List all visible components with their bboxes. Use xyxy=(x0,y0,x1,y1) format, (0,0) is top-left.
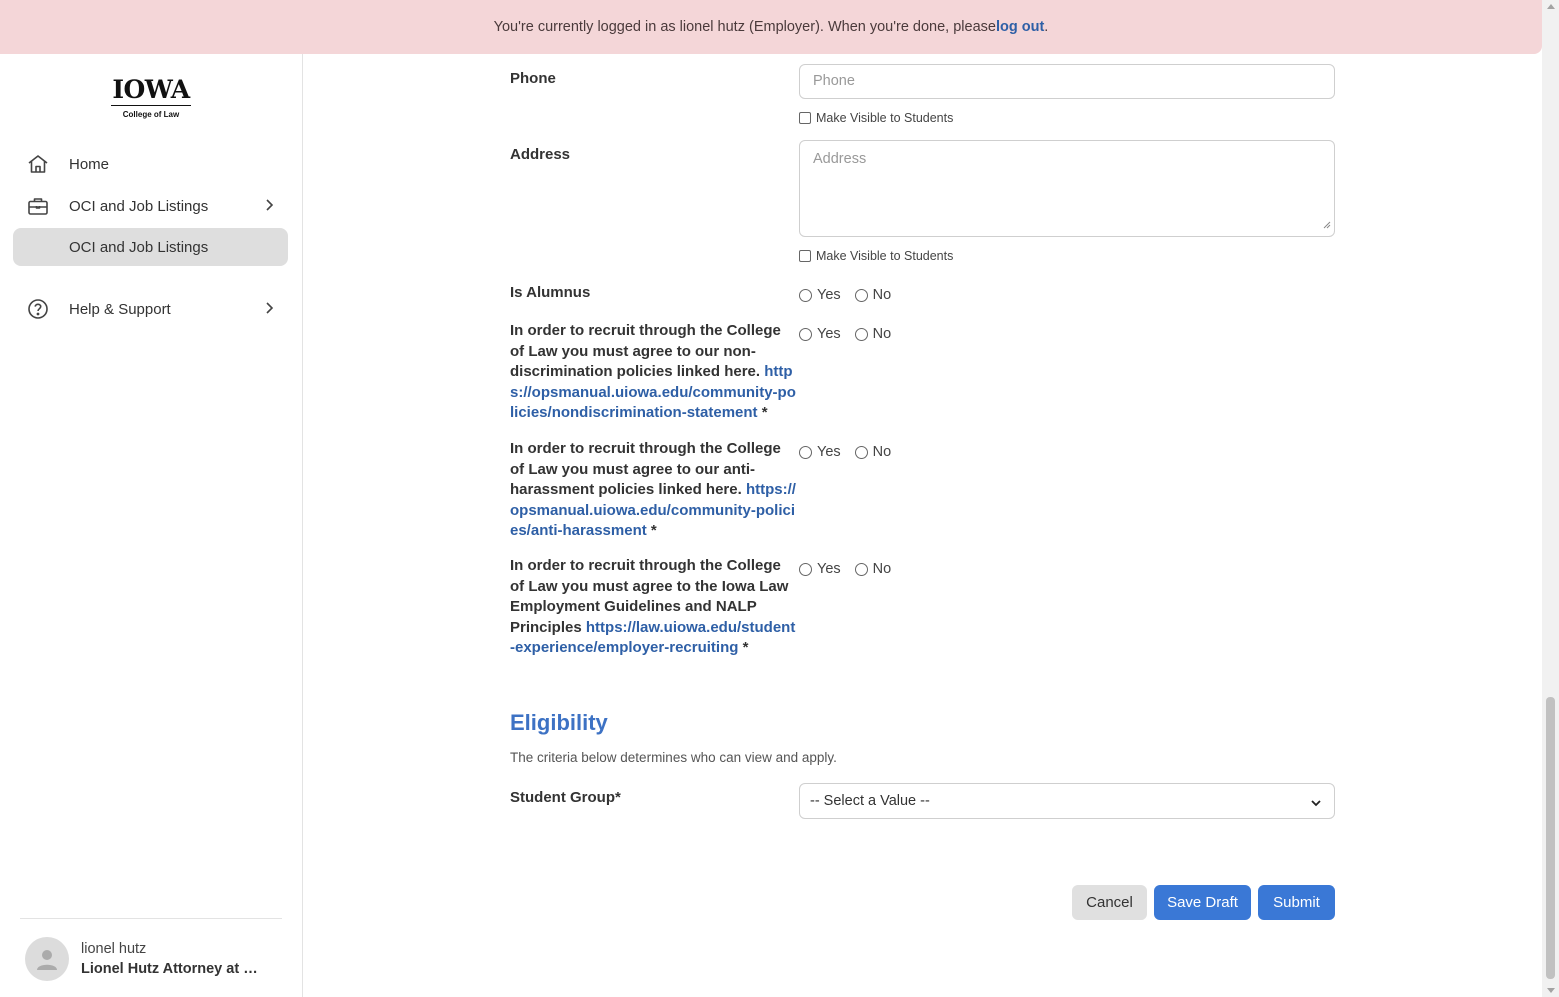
alumnus-yes-radio[interactable]: Yes xyxy=(799,287,841,303)
save-draft-button[interactable]: Save Draft xyxy=(1154,885,1251,920)
help-circle-icon xyxy=(25,297,51,321)
anti-harassment-question: In order to recruit through the College … xyxy=(510,439,798,542)
nondiscrimination-question: In order to recruit through the College … xyxy=(510,321,798,424)
chevron-right-icon xyxy=(264,198,274,216)
banner-text-end: . xyxy=(1044,19,1049,35)
employment-guidelines-question: In order to recruit through the College … xyxy=(510,556,798,659)
checkbox-label: Make Visible to Students xyxy=(816,249,954,263)
student-group-select[interactable]: -- Select a Value -- xyxy=(799,783,1335,819)
user-profile[interactable]: lionel hutz Lionel Hutz Attorney at Law xyxy=(25,937,266,981)
alumnus-label: Is Alumnus xyxy=(510,284,591,301)
logo[interactable]: IOWA College of Law xyxy=(111,76,191,119)
required-marker: * xyxy=(757,404,768,421)
phone-input[interactable]: Phone xyxy=(799,64,1335,99)
nondiscrimination-no-radio[interactable]: No xyxy=(854,326,892,342)
logo-word: IOWA xyxy=(111,75,191,106)
radio-label: No xyxy=(872,326,892,342)
logo-subtitle: College of Law xyxy=(122,110,180,119)
scroll-up-arrow-icon[interactable] xyxy=(1547,4,1555,9)
alumnus-no-radio[interactable]: No xyxy=(854,287,892,303)
anti-harassment-no-radio[interactable]: No xyxy=(854,444,892,460)
sidebar: IOWA College of Law Home OCI and Job Lis… xyxy=(0,54,303,997)
radio-label: No xyxy=(872,561,892,577)
radio-label: Yes xyxy=(817,444,841,460)
anti-harassment-yes-radio[interactable]: Yes xyxy=(799,444,841,460)
sidebar-item-label: Home xyxy=(69,155,110,173)
anti-harassment-radio-group: Yes No xyxy=(799,444,905,460)
sidebar-item-help-support[interactable]: Help & Support xyxy=(13,290,288,328)
scroll-down-arrow-icon[interactable] xyxy=(1547,988,1555,993)
eligibility-heading: Eligibility xyxy=(510,710,608,735)
required-marker: * xyxy=(738,639,749,656)
sidebar-item-oci-listings[interactable]: OCI and Job Listings xyxy=(13,187,288,225)
resize-handle-icon[interactable] xyxy=(1323,217,1331,233)
employment-guidelines-yes-radio[interactable]: Yes xyxy=(799,561,841,577)
sidebar-item-home[interactable]: Home xyxy=(13,145,288,183)
question-text: In order to recruit through the College … xyxy=(510,322,781,380)
home-icon xyxy=(25,152,51,176)
logout-link[interactable]: log out xyxy=(996,19,1044,35)
chevron-down-icon xyxy=(1310,796,1322,812)
page-scrollbar[interactable] xyxy=(1542,0,1559,997)
checkbox[interactable] xyxy=(799,112,811,124)
select-value: -- Select a Value -- xyxy=(810,793,930,809)
address-label: Address xyxy=(510,146,571,163)
radio-label: Yes xyxy=(817,561,841,577)
radio-label: No xyxy=(872,444,892,460)
question-text: In order to recruit through the College … xyxy=(510,440,781,498)
alumnus-radio-group: Yes No xyxy=(799,287,905,303)
radio-label: Yes xyxy=(817,287,841,303)
phone-visible-checkbox[interactable]: Make Visible to Students xyxy=(799,111,953,125)
impersonation-banner: You're currently logged in as lionel hut… xyxy=(0,0,1542,54)
nondiscrimination-radio-group: Yes No xyxy=(799,326,905,342)
radio-label: No xyxy=(872,287,892,303)
scrollbar-thumb[interactable] xyxy=(1546,697,1555,979)
user-icon xyxy=(37,950,57,970)
address-visible-checkbox[interactable]: Make Visible to Students xyxy=(799,249,953,263)
sidebar-subitem-oci-listings[interactable]: OCI and Job Listings xyxy=(13,228,288,266)
avatar xyxy=(25,937,69,981)
phone-label: Phone xyxy=(510,70,556,87)
sidebar-item-label: OCI and Job Listings xyxy=(69,238,209,256)
sidebar-divider xyxy=(20,918,282,919)
sidebar-item-label: Help & Support xyxy=(69,300,171,318)
briefcase-icon xyxy=(25,194,51,218)
required-marker: * xyxy=(646,522,657,539)
user-name: lionel hutz xyxy=(81,941,147,957)
phone-placeholder: Phone xyxy=(813,73,855,89)
address-textarea[interactable]: Address xyxy=(799,140,1335,237)
eligibility-description: The criteria below determines who can vi… xyxy=(510,750,837,765)
submit-button[interactable]: Submit xyxy=(1258,885,1335,920)
student-group-label: Student Group* xyxy=(510,789,621,806)
banner-text: You're currently logged in as lionel hut… xyxy=(493,19,996,35)
employment-guidelines-no-radio[interactable]: No xyxy=(854,561,892,577)
user-organization: Lionel Hutz Attorney at Law xyxy=(81,961,266,977)
sidebar-item-label: OCI and Job Listings xyxy=(69,197,209,215)
checkbox[interactable] xyxy=(799,250,811,262)
nondiscrimination-yes-radio[interactable]: Yes xyxy=(799,326,841,342)
address-placeholder: Address xyxy=(813,151,867,167)
checkbox-label: Make Visible to Students xyxy=(816,111,954,125)
cancel-button[interactable]: Cancel xyxy=(1072,885,1147,920)
radio-label: Yes xyxy=(817,326,841,342)
chevron-right-icon xyxy=(264,301,274,319)
employment-guidelines-radio-group: Yes No xyxy=(799,561,905,577)
